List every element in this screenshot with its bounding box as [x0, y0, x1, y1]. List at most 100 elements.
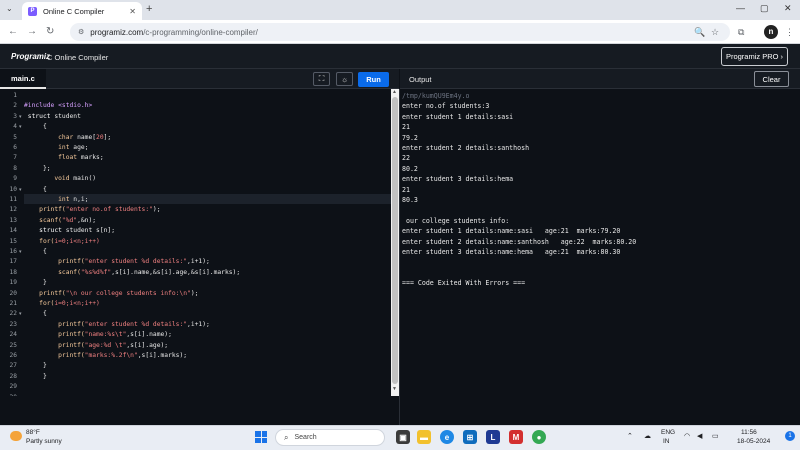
run-button[interactable]: Run: [358, 72, 389, 87]
code-line[interactable]: int age;: [24, 144, 88, 151]
code-line[interactable]: char name[20];: [24, 134, 111, 141]
editor-scrollbar[interactable]: ▲ ▼: [391, 89, 399, 396]
scroll-up-icon[interactable]: ▲: [392, 89, 397, 95]
code-line[interactable]: {: [24, 248, 47, 255]
line-number: 14: [9, 227, 17, 235]
browser-tab[interactable]: P Online C Compiler ✕: [22, 2, 142, 20]
code-token: name[: [73, 133, 97, 141]
forward-icon[interactable]: →: [27, 26, 37, 37]
chrome-icon[interactable]: ●: [532, 430, 546, 444]
code-line[interactable]: void main(): [24, 175, 96, 182]
code-token: ,s[i].name,&s[i].age,&s[i].marks);: [111, 268, 241, 276]
taskbar-search[interactable]: ⌕ Search: [275, 429, 385, 446]
code-token: );: [152, 206, 161, 214]
store-icon[interactable]: ⊞: [463, 430, 477, 444]
code-line[interactable]: }: [24, 362, 47, 369]
weather-temperature[interactable]: 88°F: [26, 429, 40, 436]
code-line[interactable]: float marks;: [24, 154, 104, 161]
code-line[interactable]: printf("name:%s\t",s[i].name);: [24, 331, 172, 338]
code-token: };: [24, 164, 51, 172]
zoom-icon[interactable]: 🔍: [694, 27, 705, 38]
reload-icon[interactable]: ↻: [46, 26, 54, 37]
code-line[interactable]: printf("age:%d \t",s[i].age);: [24, 342, 168, 349]
maximize-icon[interactable]: ▢: [760, 3, 769, 14]
fold-chevron-icon[interactable]: ▾: [19, 114, 22, 120]
extensions-icon[interactable]: ⧉: [738, 27, 744, 38]
code-token: printf(: [24, 258, 85, 266]
profile-avatar-icon[interactable]: n: [764, 25, 778, 39]
theme-toggle-sun-icon[interactable]: ☼: [336, 72, 353, 86]
code-token: 20: [96, 133, 104, 141]
code-line[interactable]: };: [24, 165, 51, 172]
clock-time[interactable]: 11:56: [741, 429, 757, 436]
output-label: Output: [409, 75, 432, 84]
code-line[interactable]: #include <stdio.h>: [24, 102, 92, 109]
fold-chevron-icon[interactable]: ▾: [19, 249, 22, 255]
code-line[interactable]: for(i=0;i<n;i++): [24, 300, 100, 307]
output-line: 21: [402, 185, 410, 194]
code-editor[interactable]: 1 2 3 ▾ 4 ▾ 5 6 7 8 9 10 ▾ 11 12 13 14 15 16 ▾ 17 18 19 20 21 22 ▾…: [0, 89, 391, 396]
code-line[interactable]: printf("enter no.of students:");: [24, 206, 161, 214]
weather-sun-cloud-icon[interactable]: [10, 431, 22, 441]
programiz-pro-button[interactable]: Programiz PRO ›: [721, 47, 788, 66]
task-view-icon[interactable]: ▣: [396, 430, 410, 444]
file-explorer-icon[interactable]: ▬: [417, 430, 431, 444]
code-line[interactable]: }: [24, 373, 47, 380]
code-line[interactable]: {: [24, 123, 47, 130]
search-placeholder: Search: [294, 434, 317, 441]
code-line[interactable]: struct student s[n];: [24, 227, 115, 234]
browser-menu-icon[interactable]: ⋮: [785, 27, 794, 38]
minimize-icon[interactable]: —: [736, 3, 745, 13]
output-line: enter no.of students:3: [402, 102, 490, 111]
fold-chevron-icon[interactable]: ▾: [19, 124, 22, 130]
language-bottom[interactable]: IN: [663, 438, 670, 445]
line-number: 25: [9, 341, 17, 349]
fold-chevron-icon[interactable]: ▾: [19, 187, 22, 193]
language-top[interactable]: ENG: [661, 429, 675, 436]
wifi-icon[interactable]: ◠: [684, 432, 690, 440]
new-tab-icon[interactable]: +: [146, 3, 152, 15]
code-line[interactable]: scanf("%s%d%f",s[i].name,&s[i].age,&s[i]…: [24, 269, 240, 276]
tray-overflow-chevron-icon[interactable]: ⌃: [627, 432, 633, 440]
edge-browser-icon[interactable]: e: [440, 430, 454, 444]
code-line[interactable]: {: [24, 186, 47, 193]
fold-chevron-icon[interactable]: ▾: [19, 311, 22, 317]
code-line[interactable]: struct student: [24, 113, 81, 120]
programiz-logo[interactable]: Programiz: [11, 52, 50, 61]
code-line[interactable]: {: [24, 310, 47, 317]
fullscreen-icon[interactable]: ⛶: [313, 72, 330, 86]
scrollbar-thumb[interactable]: [392, 97, 398, 384]
code-line[interactable]: printf("enter student %d details:",i+1);: [24, 258, 210, 265]
code-line[interactable]: for(i=0;i<n;i++): [24, 238, 100, 245]
back-icon[interactable]: ←: [8, 26, 18, 37]
app-header: [0, 44, 800, 69]
clear-button[interactable]: Clear: [754, 71, 789, 87]
l-app-icon[interactable]: L: [486, 430, 500, 444]
address-bar[interactable]: ⚙ programiz.com/c-programming/online-com…: [70, 23, 730, 41]
code-line[interactable]: printf("enter student %d details:",i+1);: [24, 321, 210, 328]
close-window-icon[interactable]: ✕: [784, 3, 792, 14]
mcafee-icon[interactable]: M: [509, 430, 523, 444]
weather-description[interactable]: Partly sunny: [26, 438, 62, 445]
code-token: struct: [24, 227, 62, 235]
file-tab-main-c[interactable]: main.c: [0, 69, 46, 89]
code-line[interactable]: int n,i;: [24, 196, 88, 203]
speaker-icon[interactable]: ◀: [697, 432, 702, 440]
site-info-icon[interactable]: ⚙: [78, 28, 84, 36]
code-line[interactable]: }: [24, 279, 47, 286]
tab-search-icon[interactable]: ⌄: [6, 4, 13, 13]
bookmark-star-icon[interactable]: ☆: [711, 27, 719, 38]
scroll-down-icon[interactable]: ▼: [392, 386, 397, 392]
windows-start-icon[interactable]: [255, 431, 267, 443]
tray-cloud-icon[interactable]: ☁: [644, 432, 651, 440]
close-tab-icon[interactable]: ✕: [129, 7, 136, 16]
output-line: enter student 3 details:name:hema age:21…: [402, 248, 621, 256]
code-line[interactable]: scanf("%d",&n);: [24, 217, 96, 224]
battery-icon[interactable]: ▭: [712, 432, 719, 440]
line-number: 10: [9, 185, 17, 193]
code-line[interactable]: printf("marks:%.2f\n",s[i].marks);: [24, 352, 187, 359]
clock-date[interactable]: 18-05-2024: [737, 438, 770, 445]
notification-badge[interactable]: 1: [785, 431, 795, 441]
code-token: ,s[i].name);: [126, 331, 172, 339]
code-line[interactable]: printf("\n our college students info:\n"…: [24, 290, 198, 297]
